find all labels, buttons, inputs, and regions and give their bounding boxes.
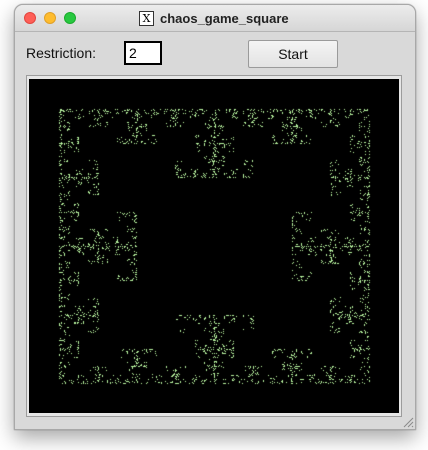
maximize-window-button[interactable] — [64, 12, 76, 24]
window-title-group: X chaos_game_square — [139, 10, 289, 26]
restriction-label: Restriction: — [26, 45, 97, 61]
minimize-window-button[interactable] — [44, 12, 56, 24]
start-button[interactable]: Start — [248, 40, 338, 68]
fractal-canvas[interactable] — [29, 79, 399, 413]
close-window-button[interactable] — [24, 12, 36, 24]
app-window: X chaos_game_square Restriction: Start — [14, 4, 416, 430]
window-title: chaos_game_square — [160, 10, 289, 26]
restriction-input[interactable] — [124, 41, 162, 65]
resize-grip-icon[interactable] — [402, 416, 414, 428]
x11-icon: X — [139, 10, 154, 26]
title-bar[interactable]: X chaos_game_square — [15, 5, 415, 32]
